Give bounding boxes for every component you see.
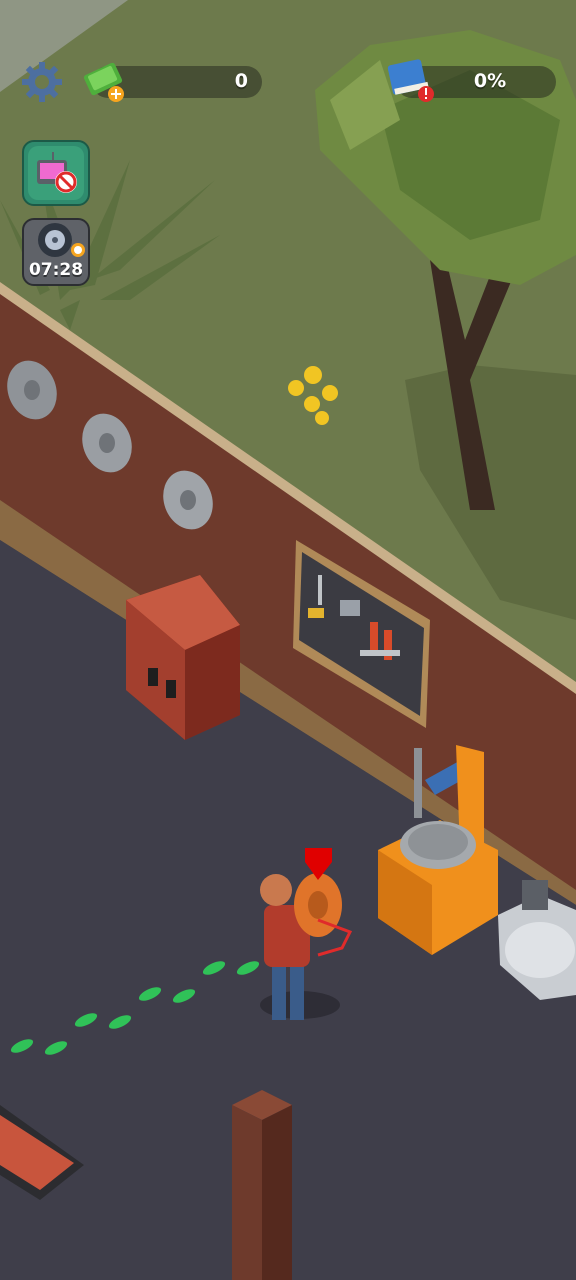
progress-value: 0% xyxy=(473,70,507,92)
manual-book-alert-icon[interactable] xyxy=(384,58,436,104)
gear-icon xyxy=(22,62,62,102)
cash-value: 0 xyxy=(234,70,248,92)
settings-button[interactable] xyxy=(20,60,64,104)
no-ads-tv-icon xyxy=(28,146,84,200)
tire-timer-button[interactable]: 07:28 xyxy=(22,218,90,286)
cash-plus-icon[interactable] xyxy=(80,58,128,104)
timer-value: 07:28 xyxy=(28,260,84,280)
brick-pillar xyxy=(232,1090,292,1280)
no-ads-button[interactable] xyxy=(22,140,90,206)
tire-timer-icon xyxy=(38,223,85,257)
